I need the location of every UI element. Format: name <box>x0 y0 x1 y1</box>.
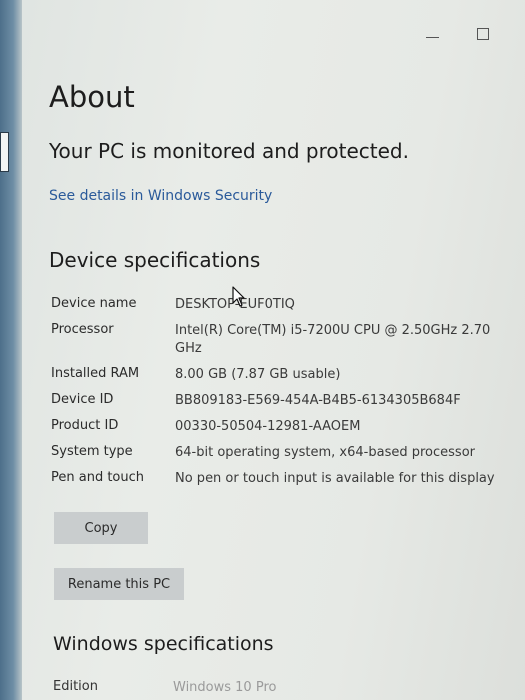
window-controls <box>426 28 489 40</box>
device-specifications-list: Device name DESKTOP-EUF0TIQ Processor In… <box>51 296 511 496</box>
spec-row-product-id: Product ID 00330-50504-12981-AAOEM <box>51 418 511 436</box>
spec-row-device-id: Device ID BB809183-E569-454A-B4B5-613430… <box>51 392 511 410</box>
maximize-icon[interactable] <box>477 28 489 40</box>
spec-value: Intel(R) Core(TM) i5-7200U CPU @ 2.50GHz… <box>175 323 491 356</box>
spec-label: Installed RAM <box>51 366 140 381</box>
windows-specifications-heading: Windows specifications <box>53 633 274 655</box>
spec-value: No pen or touch input is available for t… <box>175 471 495 486</box>
spec-label: Product ID <box>51 418 119 433</box>
spec-label: Device name <box>51 296 137 311</box>
mouse-cursor-icon <box>232 286 245 307</box>
settings-window: About Your PC is monitored and protected… <box>22 0 525 700</box>
spec-row-system-type: System type 64-bit operating system, x64… <box>51 444 511 462</box>
spec-row-processor: Processor Intel(R) Core(TM) i5-7200U CPU… <box>51 322 511 358</box>
spec-value: 8.00 GB (7.87 GB usable) <box>175 367 341 382</box>
windows-security-link[interactable]: See details in Windows Security <box>49 188 272 204</box>
security-status: Your PC is monitored and protected. <box>49 139 409 163</box>
spec-row-edition: Edition Windows 10 Pro <box>53 679 453 697</box>
spec-value: Windows 10 Pro <box>173 680 277 695</box>
device-specifications-heading: Device specifications <box>49 248 261 272</box>
page-title: About <box>49 80 135 114</box>
spec-label: Pen and touch <box>51 470 145 485</box>
spec-value: BB809183-E569-454A-B4B5-6134305B684F <box>175 393 461 408</box>
spec-row-installed-ram: Installed RAM 8.00 GB (7.87 GB usable) <box>51 366 511 384</box>
spec-value: DESKTOP-EUF0TIQ <box>175 297 295 312</box>
screen: About Your PC is monitored and protected… <box>0 0 525 700</box>
background-window-tab <box>0 132 9 172</box>
spec-value: 00330-50504-12981-AAOEM <box>175 419 361 434</box>
spec-label: Processor <box>51 322 114 337</box>
spec-row-pen-and-touch: Pen and touch No pen or touch input is a… <box>51 470 511 488</box>
spec-label: Edition <box>53 679 98 694</box>
spec-row-device-name: Device name DESKTOP-EUF0TIQ <box>51 296 511 314</box>
minimize-icon[interactable] <box>426 36 439 38</box>
spec-value: 64-bit operating system, x64-based proce… <box>175 445 475 460</box>
spec-label: Device ID <box>51 392 114 407</box>
spec-label: System type <box>51 444 133 459</box>
rename-pc-button[interactable]: Rename this PC <box>54 568 184 600</box>
copy-button[interactable]: Copy <box>54 512 148 544</box>
background-window-edge <box>0 0 22 700</box>
